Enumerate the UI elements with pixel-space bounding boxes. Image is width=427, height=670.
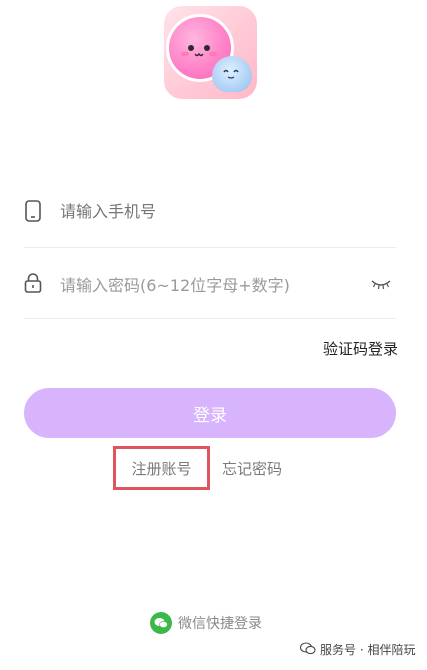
wechat-icon xyxy=(150,612,172,634)
blue-mascot xyxy=(212,56,252,92)
wechat-login-label: 微信快捷登录 xyxy=(178,616,262,632)
forgot-password-link[interactable]: 忘记密码 xyxy=(222,458,282,479)
wechat-watermark-icon xyxy=(299,641,316,658)
register-link[interactable]: 注册账号 xyxy=(113,446,210,490)
login-button[interactable]: 登录 xyxy=(24,388,396,438)
register-link-label: 注册账号 xyxy=(131,459,192,478)
eye-closed-icon[interactable] xyxy=(370,276,392,295)
code-login-link[interactable]: 验证码登录 xyxy=(310,338,398,359)
password-divider xyxy=(24,318,396,319)
watermark-text: 服务号 · 相伴陪玩 xyxy=(320,643,416,657)
lock-icon xyxy=(24,272,42,298)
phone-input[interactable] xyxy=(60,198,380,224)
wechat-login-button[interactable]: 微信快捷登录 xyxy=(150,612,262,634)
phone-icon xyxy=(24,200,42,226)
password-input[interactable]: 请输入密码(6~12位字母+数字) xyxy=(60,272,290,296)
phone-divider xyxy=(24,247,396,248)
app-logo xyxy=(164,6,257,99)
watermark: 服务号 · 相伴陪玩 xyxy=(299,641,416,658)
login-button-label: 登录 xyxy=(193,405,227,426)
